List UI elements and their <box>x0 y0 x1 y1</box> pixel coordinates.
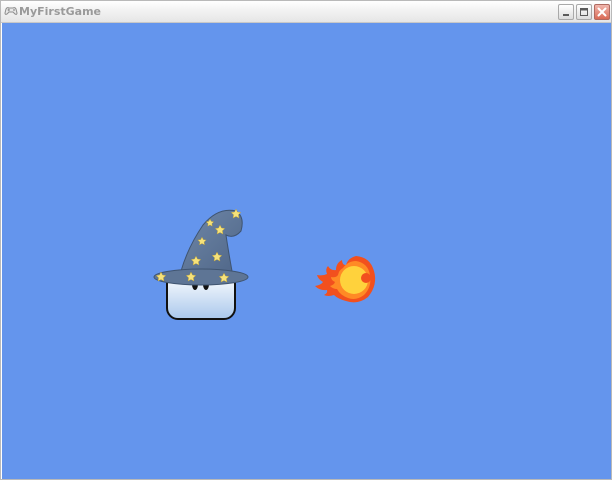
gamepad-icon <box>4 7 18 15</box>
close-icon <box>597 7 607 17</box>
title-bar[interactable]: MyFirstGame <box>1 1 611 23</box>
wizard-sprite <box>153 208 249 320</box>
fireball-sprite <box>315 256 376 303</box>
game-canvas[interactable] <box>2 23 611 479</box>
minimize-icon <box>563 14 569 16</box>
minimize-button[interactable] <box>558 4 574 20</box>
maximize-button[interactable] <box>576 4 592 20</box>
close-button[interactable] <box>594 4 610 20</box>
maximize-icon <box>580 8 588 16</box>
window-title: MyFirstGame <box>19 5 102 18</box>
game-window: MyFirstGame <box>0 0 612 480</box>
